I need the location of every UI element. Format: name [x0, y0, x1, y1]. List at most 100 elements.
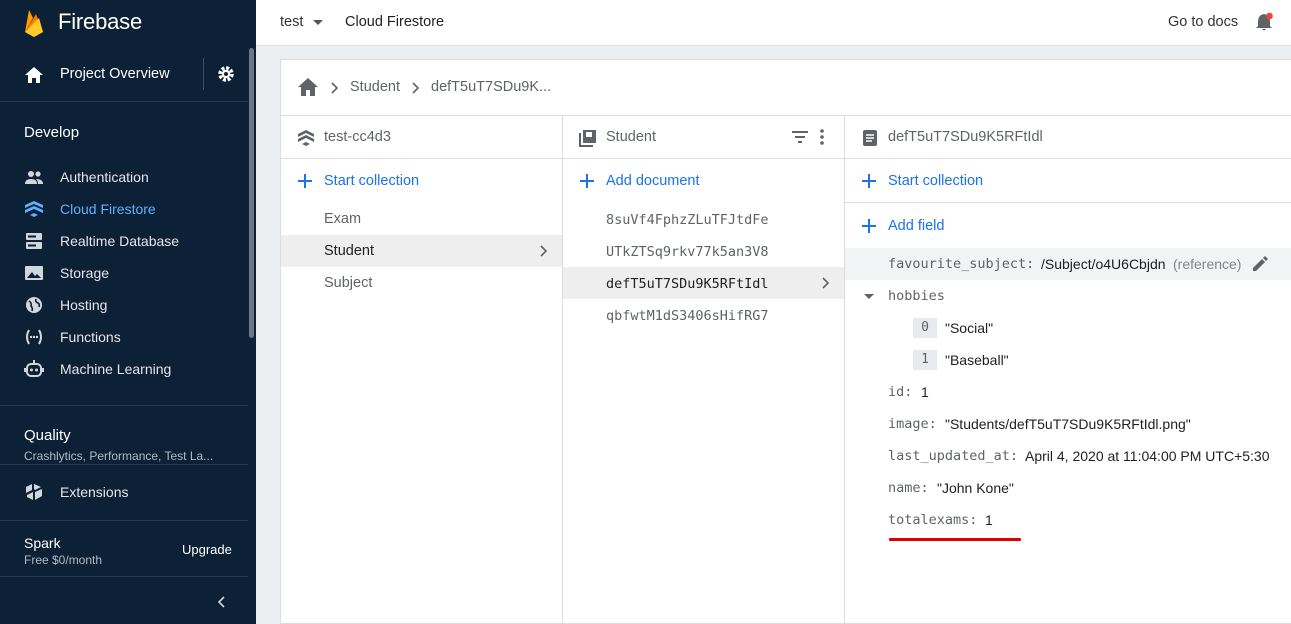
field-value: 1	[985, 512, 993, 528]
divider	[0, 520, 248, 521]
collection-icon	[579, 130, 596, 147]
breadcrumb-item[interactable]: Student	[350, 79, 400, 95]
start-collection-button[interactable]: Start collection	[281, 159, 562, 203]
sidebar: Firebase Project Overview Develop Authen…	[0, 0, 256, 624]
firestore-data-panel: Student defT5uT7SDu9K... test-cc4d3 Star…	[280, 59, 1291, 624]
document-item[interactable]: UTkZTSq9rkv77k5an3V8	[563, 235, 844, 267]
field-type: (reference)	[1173, 256, 1242, 272]
sidebar-item-cloud-firestore[interactable]: Cloud Firestore	[0, 193, 248, 225]
highlight-underline	[889, 538, 1021, 541]
filter-icon[interactable]	[791, 130, 809, 144]
field-row[interactable]: totalexams: 1	[845, 504, 1291, 536]
field-value: 1	[921, 384, 929, 400]
document-item[interactable]: qbfwtM1dS3406sHifRG7	[563, 299, 844, 331]
add-field-button[interactable]: Add field	[845, 204, 1291, 248]
button-label: Start collection	[888, 173, 984, 189]
field-row[interactable]: last_updated_at: April 4, 2020 at 11:04:…	[845, 440, 1291, 472]
sidebar-item-realtime-database[interactable]: Realtime Database	[0, 225, 248, 257]
field-row[interactable]: hobbies	[845, 280, 1291, 312]
array-item[interactable]: 1 "Baseball"	[845, 344, 1291, 376]
plus-icon	[862, 174, 876, 188]
field-row[interactable]: favourite_subject: /Subject/o4U6Cbjdn (r…	[845, 248, 1291, 280]
column-header: Student	[563, 116, 844, 159]
column-title: Student	[606, 129, 656, 145]
field-value: "Baseball"	[945, 352, 1009, 368]
plus-icon	[862, 219, 876, 233]
field-row[interactable]: name: "John Kone"	[845, 472, 1291, 504]
chevron-right-icon	[540, 245, 548, 257]
upgrade-button[interactable]: Upgrade	[178, 542, 236, 557]
array-item[interactable]: 0 "Social"	[845, 312, 1291, 344]
chevron-right-icon	[331, 82, 339, 94]
array-index: 0	[913, 318, 937, 338]
project-selector[interactable]: test	[280, 14, 303, 30]
start-collection-button[interactable]: Start collection	[845, 159, 1291, 203]
list-item-label: Student	[324, 243, 374, 259]
go-to-docs-link[interactable]: Go to docs	[1168, 14, 1238, 30]
field-key: favourite_subject:	[888, 256, 1035, 272]
field-value: April 4, 2020 at 11:04:00 PM UTC+5:30	[1025, 448, 1270, 464]
field-value: "Students/defT5uT7SDu9K5RFtIdl.png"	[945, 416, 1191, 432]
sidebar-item-authentication[interactable]: Authentication	[0, 161, 248, 193]
button-label: Add document	[606, 173, 700, 189]
list-item-label: qbfwtM1dS3406sHifRG7	[606, 308, 769, 324]
plus-icon	[580, 174, 594, 188]
list-item-label: UTkZTSq9rkv77k5an3V8	[606, 244, 769, 260]
list-item-label: Exam	[324, 211, 362, 227]
home-icon[interactable]	[297, 77, 319, 97]
collection-item-subject[interactable]: Subject	[281, 267, 562, 299]
sidebar-item-hosting[interactable]: Hosting	[0, 289, 248, 321]
chevron-right-icon	[412, 82, 420, 94]
list-item-label: defT5uT7SDu9K5RFtIdl	[606, 276, 769, 292]
field-value: "John Kone"	[937, 480, 1014, 496]
quality-heading[interactable]: Quality	[24, 427, 71, 444]
sidebar-item-label: Realtime Database	[60, 233, 180, 249]
caret-down-icon[interactable]	[863, 293, 875, 300]
document-item[interactable]: defT5uT7SDu9K5RFtIdl	[563, 267, 844, 299]
functions-icon	[26, 329, 42, 345]
sidebar-item-label: Extensions	[60, 484, 129, 500]
top-bar: test Cloud Firestore Go to docs	[256, 0, 1291, 46]
develop-heading: Develop	[24, 124, 80, 141]
breadcrumb-item[interactable]: defT5uT7SDu9K...	[431, 79, 551, 95]
field-row[interactable]: image: "Students/defT5uT7SDu9K5RFtIdl.pn…	[845, 408, 1291, 440]
brand-name: Firebase	[58, 9, 142, 34]
chevron-right-icon	[822, 277, 830, 289]
sidebar-item-extensions[interactable]: Extensions	[0, 476, 248, 508]
quality-subtitle: Crashlytics, Performance, Test La...	[24, 449, 214, 463]
button-label: Add field	[888, 218, 945, 234]
field-key: hobbies	[888, 288, 945, 304]
sidebar-item-storage[interactable]: Storage	[0, 257, 248, 289]
divider	[0, 576, 248, 577]
column-header: test-cc4d3	[281, 116, 562, 159]
brand[interactable]: Firebase	[0, 0, 256, 46]
list-item-label: Subject	[324, 275, 373, 291]
project-overview[interactable]: Project Overview	[0, 48, 248, 102]
more-vert-icon[interactable]	[819, 128, 825, 146]
array-index: 1	[913, 350, 937, 370]
field-key: totalexams:	[888, 512, 978, 528]
caret-down-icon[interactable]	[313, 20, 323, 25]
divider	[0, 464, 248, 465]
field-value: /Subject/o4U6Cbjdn	[1041, 256, 1166, 272]
gear-icon[interactable]	[216, 64, 236, 84]
chevron-left-icon[interactable]	[214, 594, 230, 610]
add-document-button[interactable]: Add document	[563, 159, 844, 203]
plus-icon	[298, 174, 312, 188]
sidebar-item-functions[interactable]: Functions	[0, 321, 248, 353]
document-item[interactable]: 8suVf4FphzZLuTFJtdFe	[563, 203, 844, 235]
button-label: Start collection	[324, 173, 420, 189]
firebase-logo-icon	[25, 10, 43, 37]
collection-item-exam[interactable]: Exam	[281, 203, 562, 235]
scrollbar-thumb[interactable]	[249, 48, 254, 338]
collection-item-student[interactable]: Student	[281, 235, 562, 267]
field-row[interactable]: id: 1	[845, 376, 1291, 408]
root-column: test-cc4d3 Start collection Exam Student…	[281, 116, 563, 624]
globe-icon	[26, 297, 42, 313]
sidebar-item-label: Cloud Firestore	[60, 201, 156, 217]
notification-bell-icon[interactable]	[1253, 11, 1275, 33]
sidebar-item-label: Storage	[60, 265, 110, 281]
list-item-label: 8suVf4FphzZLuTFJtdFe	[606, 212, 769, 228]
sidebar-item-machine-learning[interactable]: Machine Learning	[0, 353, 248, 385]
edit-pencil-icon[interactable]	[1251, 255, 1269, 273]
